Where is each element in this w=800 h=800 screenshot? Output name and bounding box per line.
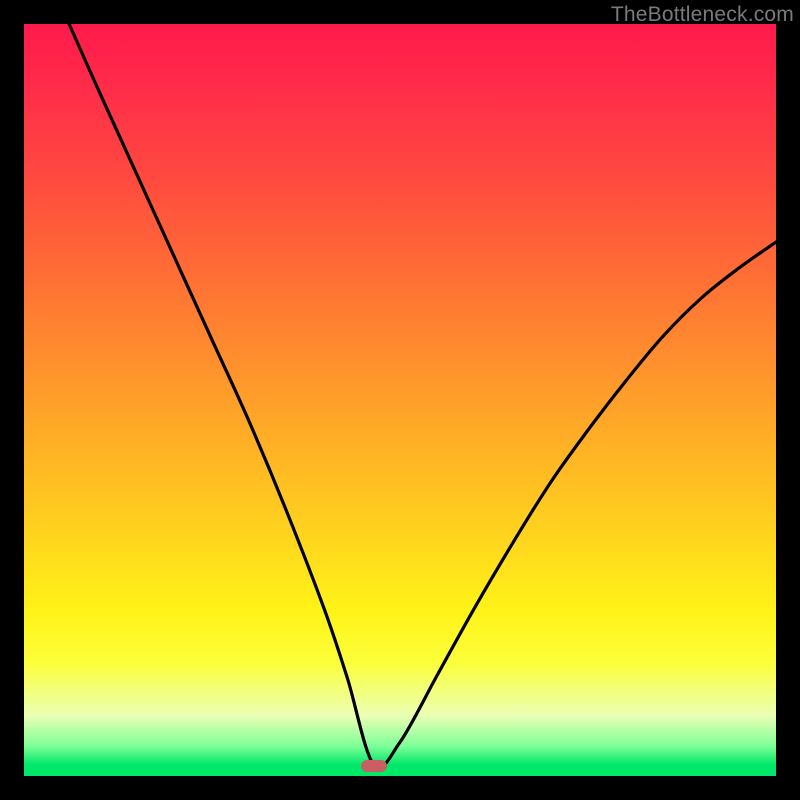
bottleneck-curve	[24, 24, 776, 776]
minimum-marker	[361, 760, 387, 772]
chart-frame	[24, 24, 776, 776]
